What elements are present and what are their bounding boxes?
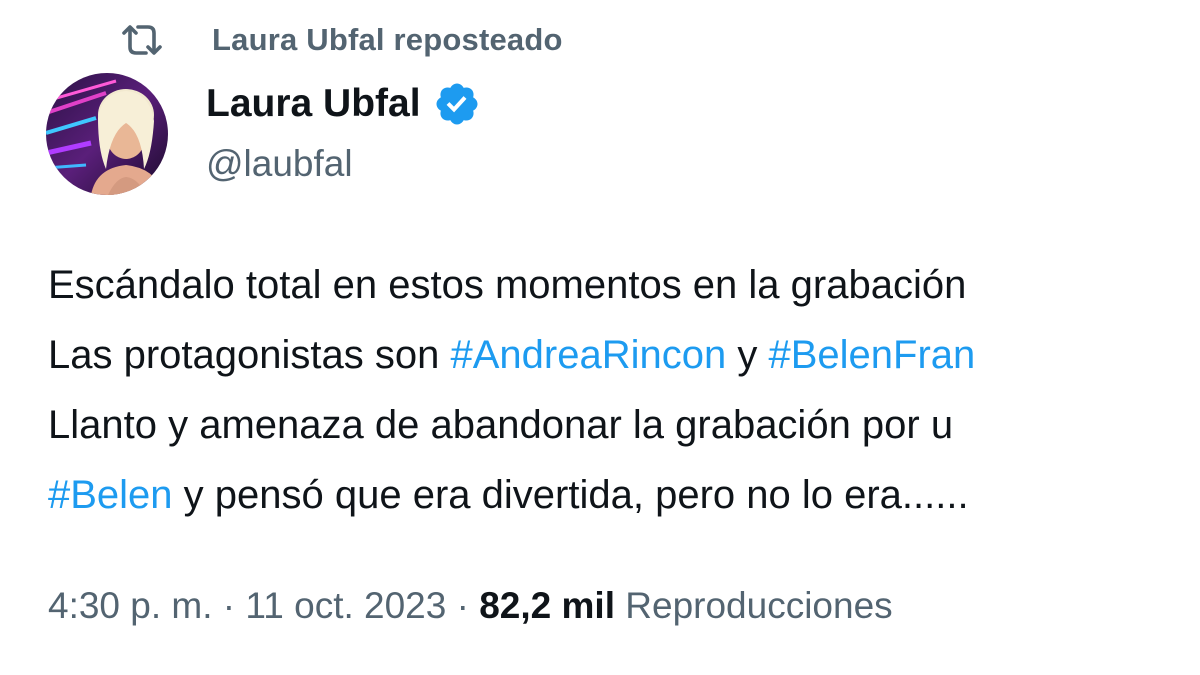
tweet-text-segment: y pensó que era divertida, pero no lo er… xyxy=(172,473,969,517)
tweet-text-line: #Belen y pensó que era divertida, pero n… xyxy=(48,460,1200,526)
tweet-time[interactable]: 4:30 p. m. xyxy=(48,585,213,626)
tweet-text: Escándalo total en estos momentos en la … xyxy=(48,250,1200,526)
avatar-photo xyxy=(46,73,168,195)
tweet-card: Laura Ubfal reposteado Laura Ubfal @laub… xyxy=(0,0,1200,675)
repost-icon xyxy=(122,25,162,55)
tweet-text-segment: Escándalo total en estos momentos en la … xyxy=(48,263,967,307)
display-name[interactable]: Laura Ubfal xyxy=(206,82,421,126)
tweet-text-segment: Las protagonistas son xyxy=(48,333,451,377)
tweet-date[interactable]: 11 oct. 2023 xyxy=(245,585,446,626)
author-handle[interactable]: @laubfal xyxy=(206,143,353,185)
hashtag-link[interactable]: #AndreaRincon xyxy=(450,333,726,377)
avatar[interactable] xyxy=(46,73,168,195)
tweet-text-line: Llanto y amenaza de abandonar la grabaci… xyxy=(48,390,1200,460)
tweet-text-line: Escándalo total en estos momentos en la … xyxy=(48,250,1200,320)
repost-header[interactable]: Laura Ubfal reposteado xyxy=(118,18,563,62)
hashtag-link[interactable]: #Belen xyxy=(48,473,173,517)
tweet-text-line: Las protagonistas son #AndreaRincon y #B… xyxy=(48,320,1200,390)
tweet-meta: 4:30 p. m. · 11 oct. 2023 · 82,2 mil Rep… xyxy=(48,585,893,627)
meta-separator: · xyxy=(446,585,480,626)
views-count: 82,2 mil xyxy=(479,585,615,626)
tweet-text-segment: y xyxy=(726,333,769,377)
verified-badge-icon xyxy=(436,83,478,125)
repost-label[interactable]: Laura Ubfal reposteado xyxy=(212,22,563,58)
hashtag-link[interactable]: #BelenFran xyxy=(768,333,975,377)
author-name-row[interactable]: Laura Ubfal xyxy=(206,80,481,128)
views-label: Reproducciones xyxy=(625,585,893,626)
tweet-text-segment: Llanto y amenaza de abandonar la grabaci… xyxy=(48,403,954,447)
meta-separator: · xyxy=(212,585,246,626)
